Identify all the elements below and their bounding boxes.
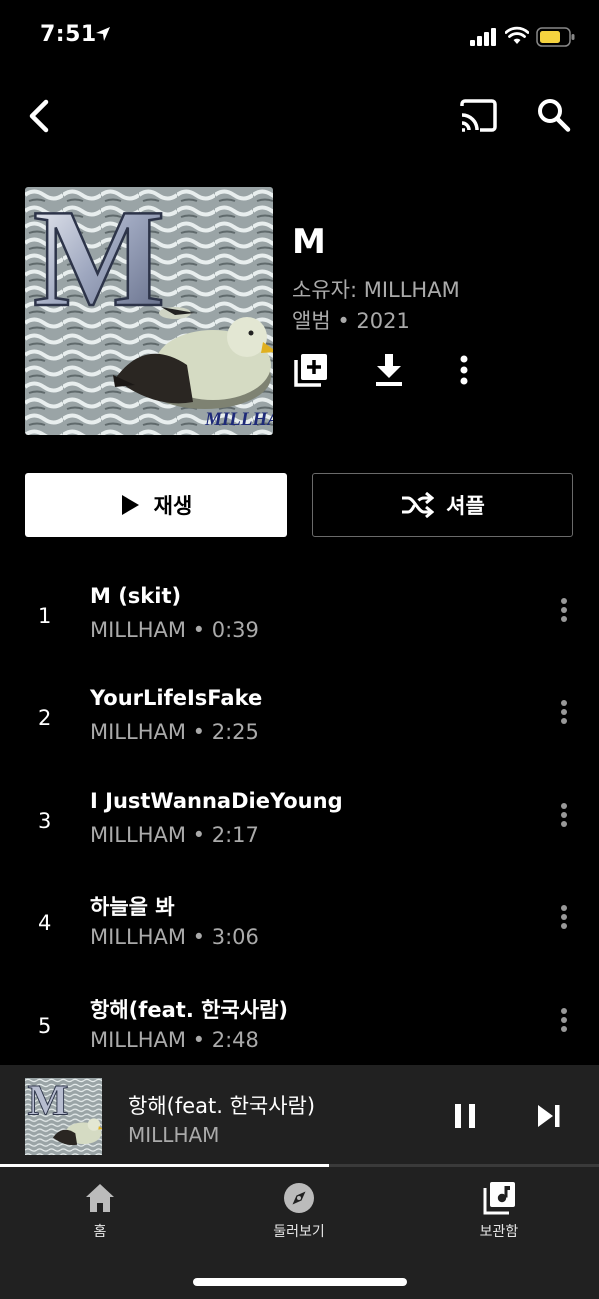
album-owner[interactable]: 소유자: MILLHAM	[292, 274, 460, 304]
nav-item-home[interactable]: 홈	[40, 1181, 160, 1241]
shuffle-label: 셔플	[446, 494, 485, 518]
shuffle-button[interactable]: 셔플	[312, 473, 573, 537]
track-more-icon[interactable]	[552, 592, 576, 628]
now-playing-title: 항해(feat. 한국사람)	[128, 1094, 316, 1118]
track-title: M (skit)	[90, 584, 182, 608]
nav-item-library[interactable]: 보관함	[439, 1181, 559, 1241]
album-art-letter: M	[33, 187, 165, 336]
track-more-icon[interactable]	[552, 899, 576, 935]
play-button[interactable]: 재생	[25, 473, 287, 537]
track-row[interactable]: 4 하늘을 봐 MILLHAM • 3:06	[0, 891, 599, 991]
back-arrow-icon[interactable]	[22, 96, 58, 136]
add-to-library-icon[interactable]	[293, 352, 329, 388]
mini-player-album-art: M	[25, 1078, 102, 1155]
location-arrow-icon	[96, 27, 110, 41]
nav-label-home: 홈	[93, 1224, 107, 1240]
nav-label-library: 보관함	[479, 1224, 519, 1240]
track-subtitle: MILLHAM • 2:17	[90, 823, 259, 847]
shuffle-icon	[402, 492, 435, 518]
album-art-signature: MILLHAM	[204, 409, 273, 430]
track-more-icon[interactable]	[552, 797, 576, 833]
album-meta: 앨범 • 2021	[292, 309, 410, 333]
track-subtitle: MILLHAM • 2:48	[90, 1028, 259, 1052]
track-row[interactable]: 1 M (skit) MILLHAM • 0:39	[0, 584, 599, 684]
library-icon	[483, 1182, 515, 1215]
track-row[interactable]: 2 YourLifeIsFake MILLHAM • 2:25	[0, 686, 599, 786]
album-title: M	[292, 222, 326, 262]
cellular-signal-icon	[470, 28, 496, 46]
track-more-icon[interactable]	[552, 1002, 576, 1038]
album-art: M MILLHAM	[25, 187, 273, 435]
mini-art-letter: M	[27, 1078, 68, 1125]
track-number: 5	[38, 1014, 52, 1038]
download-icon[interactable]	[372, 352, 406, 388]
track-title: I JustWannaDieYoung	[90, 789, 343, 813]
track-title: 하늘을 봐	[90, 895, 175, 919]
nav-label-explore: 둘러보기	[273, 1224, 325, 1240]
track-subtitle: MILLHAM • 0:39	[90, 618, 259, 642]
explore-icon	[284, 1183, 314, 1213]
track-subtitle: MILLHAM • 2:25	[90, 720, 259, 744]
more-options-icon[interactable]	[452, 352, 476, 388]
track-subtitle: MILLHAM • 3:06	[90, 925, 259, 949]
track-row[interactable]: 3 I JustWannaDieYoung MILLHAM • 2:17	[0, 789, 599, 889]
track-more-icon[interactable]	[552, 694, 576, 730]
mini-player[interactable]: M 항해(feat. 한국사람) MILLHAM	[0, 1065, 599, 1167]
track-title: YourLifeIsFake	[90, 686, 263, 710]
pause-icon[interactable]	[452, 1101, 478, 1131]
play-icon	[121, 495, 139, 515]
track-number: 3	[38, 809, 52, 833]
track-number: 1	[38, 604, 52, 628]
battery-icon	[536, 27, 575, 47]
wifi-icon	[505, 26, 529, 44]
search-icon[interactable]	[536, 96, 572, 134]
track-number: 2	[38, 706, 52, 730]
play-label: 재생	[153, 494, 193, 518]
home-icon	[86, 1184, 114, 1212]
track-number: 4	[38, 911, 52, 935]
track-title: 항해(feat. 한국사람)	[90, 998, 288, 1022]
home-indicator	[193, 1278, 407, 1286]
cast-icon[interactable]	[458, 98, 498, 134]
nav-item-explore[interactable]: 둘러보기	[239, 1181, 359, 1241]
now-playing-artist: MILLHAM	[128, 1123, 220, 1147]
status-time: 7:51	[40, 22, 97, 47]
status-bar: 7:51	[0, 0, 599, 70]
skip-next-icon[interactable]	[536, 1103, 562, 1129]
